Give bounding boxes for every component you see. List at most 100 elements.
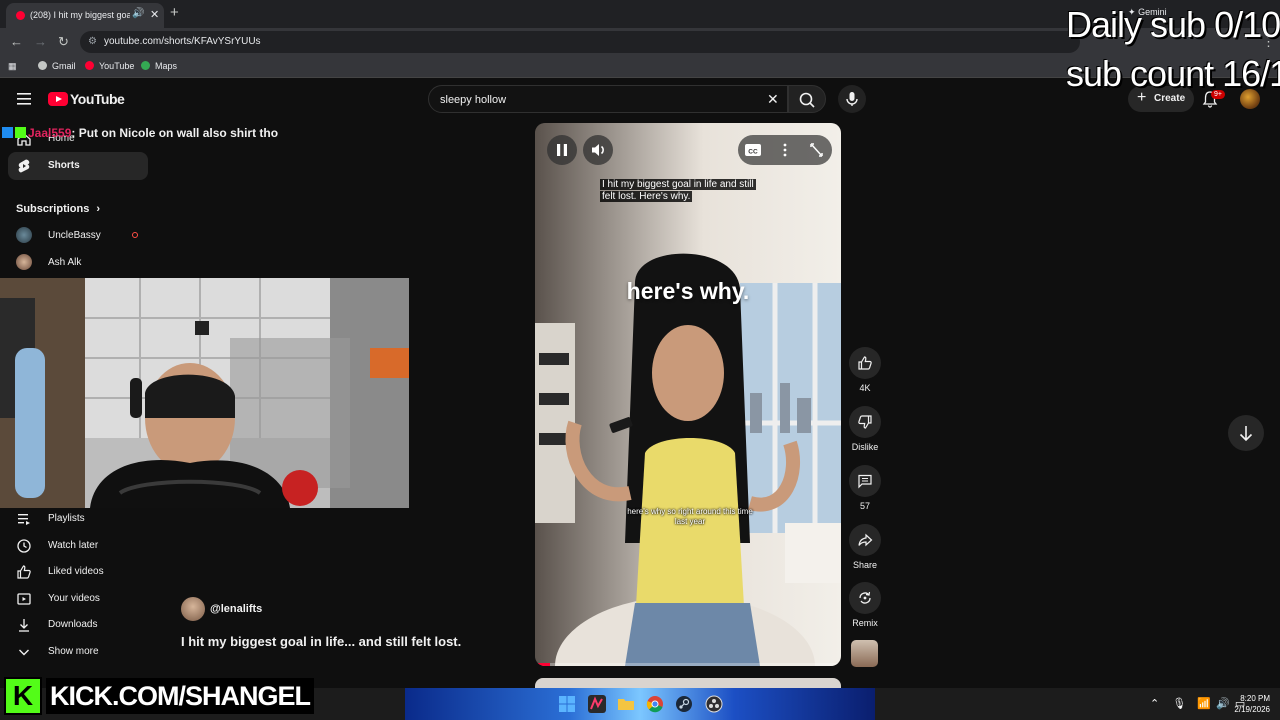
omnibox[interactable]: ⚙ youtube.com/shorts/KFAvYSrYUUs: [80, 31, 1080, 53]
reload-icon[interactable]: ↻: [58, 34, 69, 50]
shorts-icon: [18, 159, 30, 173]
forward-icon[interactable]: →: [34, 34, 47, 49]
channel-name[interactable]: @lenalifts: [210, 603, 262, 615]
taskbar-wallpaper-strip: [405, 688, 875, 720]
subscription-label: Ash Alk: [48, 257, 82, 268]
comment-icon: [858, 474, 872, 489]
captions-icon[interactable]: CC: [745, 144, 761, 156]
wifi-icon[interactable]: 📶: [1197, 698, 1211, 710]
sidebar-show-more[interactable]: Show more: [8, 638, 148, 666]
windows-start-icon[interactable]: [558, 695, 576, 713]
chevron-down-icon: [19, 649, 29, 656]
daily-sub-goal-overlay: Daily sub 0/10: [1066, 4, 1280, 45]
pause-icon: [557, 144, 567, 156]
sidebar-item-watch-later[interactable]: Watch later: [8, 532, 148, 560]
bookmark-label: YouTube: [99, 61, 135, 71]
tab-title: (208) I hit my biggest goal i: [30, 10, 130, 20]
dislike-button[interactable]: Dislike: [848, 406, 882, 452]
globe-icon: [38, 61, 47, 70]
search-button[interactable]: [788, 85, 826, 113]
subscription-item[interactable]: Ash Alk: [8, 249, 148, 275]
sidebar-item-label: Your videos: [48, 593, 100, 604]
sidebar-item-label: Downloads: [48, 619, 98, 630]
obs-icon[interactable]: [705, 695, 723, 713]
more-options-icon[interactable]: [783, 143, 787, 157]
youtube-favicon-icon: [16, 11, 25, 20]
next-short-button[interactable]: [1228, 415, 1264, 451]
steam-icon[interactable]: [675, 695, 693, 713]
shorts-video-player[interactable]: CC I hit my biggest goal in life and sti…: [535, 123, 841, 666]
clock-icon: [17, 539, 31, 553]
chevron-up-icon[interactable]: ⌃: [1150, 698, 1159, 710]
microphone-icon[interactable]: 🎙: [1172, 698, 1186, 710]
sidebar-item-label: Shorts: [48, 160, 80, 171]
pause-button[interactable]: [547, 135, 577, 165]
microphone-icon: [846, 92, 858, 106]
browser-tab[interactable]: (208) I hit my biggest goal i 🔊 ✕: [6, 3, 164, 28]
kick-url: KICK.COM/SHANGEL: [46, 678, 314, 714]
svg-text:CC: CC: [748, 149, 758, 156]
tab-close-icon[interactable]: ✕: [150, 8, 159, 21]
chat-badge-icon: [15, 127, 26, 138]
search-icon: [799, 92, 815, 108]
bookmark-youtube[interactable]: YouTube: [85, 61, 134, 71]
channel-avatar[interactable]: [181, 597, 205, 621]
new-tab-icon[interactable]: +: [170, 4, 179, 21]
taskbar-clock[interactable]: 8:20 PM 2/19/2026: [1228, 693, 1270, 715]
like-button[interactable]: 4K: [848, 347, 882, 393]
search-input[interactable]: sleepy hollow ✕: [428, 85, 788, 113]
clock-time: 8:20 PM: [1240, 694, 1270, 703]
sidebar-item-liked-videos[interactable]: Liked videos: [8, 558, 148, 586]
share-button[interactable]: Share: [848, 524, 882, 570]
youtube-play-icon: [48, 92, 68, 106]
bookmark-label: Maps: [155, 61, 178, 71]
sub-count-overlay: sub count 16/100: [1066, 53, 1280, 94]
apps-grid-icon[interactable]: ▦: [8, 61, 17, 72]
chat-badge-icon: [2, 127, 13, 138]
stream-chat-message: Jaal559: Put on Nicole on wall also shir…: [2, 126, 278, 140]
remix-icon: [859, 591, 871, 604]
bookmark-gmail[interactable]: Gmail: [38, 61, 76, 71]
subscription-item[interactable]: UncleBassy: [8, 222, 148, 248]
voice-search-button[interactable]: [838, 85, 866, 113]
dislike-label: Dislike: [851, 442, 879, 452]
site-info-icon[interactable]: ⚙: [88, 36, 97, 47]
video-progress-fill: [535, 663, 551, 666]
sidebar-item-your-videos[interactable]: Your videos: [8, 585, 148, 613]
share-label: Share: [852, 560, 878, 570]
video-overlay-text: here's why.: [626, 278, 750, 304]
comments-button[interactable]: 57: [848, 465, 882, 511]
url-text: youtube.com/shorts/KFAvYSrYUUs: [104, 36, 261, 47]
youtube-logo[interactable]: YouTube: [48, 91, 125, 109]
sidebar-item-label: Liked videos: [48, 566, 104, 577]
chevron-right-icon: ›: [96, 203, 101, 215]
file-explorer-icon[interactable]: [617, 695, 635, 713]
app-taskbar-icon[interactable]: [588, 695, 606, 713]
video-frame: [535, 123, 841, 666]
clock-date: 2/19/2026: [1234, 705, 1270, 714]
fullscreen-icon[interactable]: [810, 143, 823, 157]
sidebar-item-downloads[interactable]: Downloads: [8, 611, 148, 639]
video-caption-bottom: here's why so right around this time las…: [627, 507, 753, 526]
subscriptions-header[interactable]: Subscriptions ›: [16, 203, 100, 215]
youtube-icon: [85, 61, 94, 70]
live-indicator-icon: [132, 232, 138, 238]
tab-audio-icon[interactable]: 🔊: [132, 8, 144, 19]
volume-button[interactable]: [583, 135, 613, 165]
chat-text: : Put on Nicole on wall also shirt tho: [71, 126, 279, 140]
logo-text: YouTube: [70, 91, 125, 107]
chrome-icon[interactable]: [646, 695, 664, 713]
streamer-webcam: [0, 278, 409, 508]
remix-button[interactable]: Remix: [848, 582, 882, 628]
video-progress-bar[interactable]: [535, 663, 841, 666]
clear-search-icon[interactable]: ✕: [767, 91, 779, 108]
sidebar-item-shorts[interactable]: Shorts: [8, 152, 148, 180]
maps-pin-icon: [141, 61, 150, 70]
volume-icon: [592, 144, 604, 156]
back-icon[interactable]: ←: [10, 34, 23, 49]
comment-count: 57: [859, 501, 870, 511]
sound-thumbnail[interactable]: [851, 640, 878, 667]
sidebar-item-playlists[interactable]: Playlists: [8, 505, 148, 533]
menu-hamburger-icon[interactable]: [17, 93, 31, 105]
bookmark-maps[interactable]: Maps: [141, 61, 177, 71]
